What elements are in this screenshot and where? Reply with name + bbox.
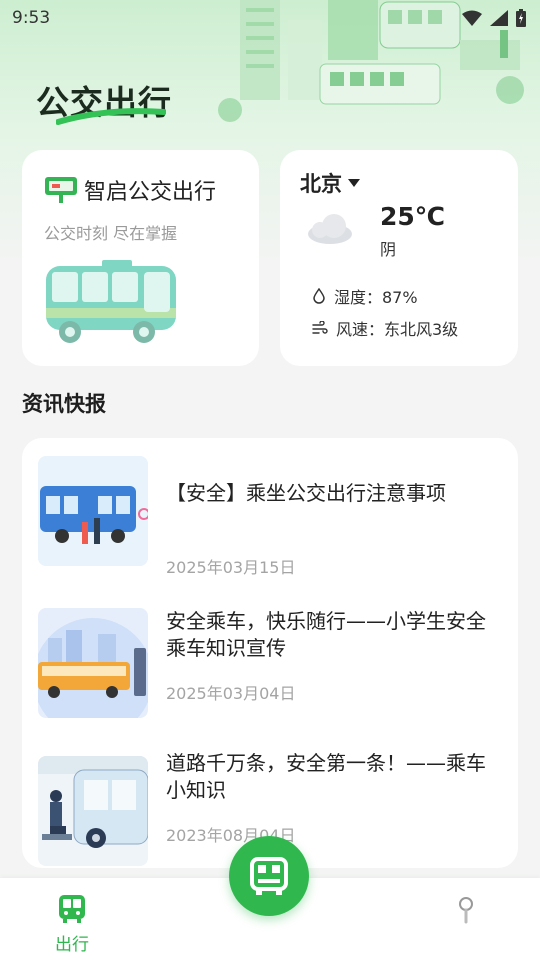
tab-go[interactable]: 出行: [50, 894, 94, 955]
bus-service-card[interactable]: 智启公交出行 公交时刻 尽在掌握: [22, 150, 259, 366]
weather-condition: 阴: [380, 240, 397, 259]
weather-card: 北京 25℃ 阴 湿度：87% 风速：东北风3级: [280, 150, 518, 366]
wifi-icon: [462, 10, 482, 26]
droplet-icon: [313, 288, 325, 304]
status-time: 9:53: [12, 8, 51, 28]
wind-row: 风速：东北风3级: [312, 316, 458, 340]
news-title: 道路千万条，安全第一条！——乘车小知识: [166, 751, 486, 802]
news-thumbnail: [38, 608, 148, 718]
humidity-text: 湿度：87%: [334, 288, 418, 307]
humidity-row: 湿度：87%: [312, 284, 418, 308]
wind-text: 风速：东北风3级: [336, 320, 459, 339]
wind-icon: [312, 321, 328, 334]
tab-go-label: 出行: [55, 935, 89, 955]
news-title: 【安全】乘坐公交出行注意事项: [166, 481, 446, 505]
bus-stop-sign-icon: [45, 177, 77, 203]
city-selector[interactable]: 北京: [300, 168, 360, 198]
temperature: 25℃: [380, 202, 446, 231]
news-item[interactable]: 安全乘车，快乐随行——小学生安全乘车知识宣传 2025年03月04日: [22, 598, 518, 738]
news-title: 安全乘车，快乐随行——小学生安全乘车知识宣传: [166, 609, 486, 660]
news-thumbnail: [38, 456, 148, 566]
battery-icon: [516, 9, 526, 27]
location-pin-icon: [459, 897, 473, 924]
news-item[interactable]: 【安全】乘坐公交出行注意事项 2025年03月15日: [22, 456, 518, 596]
title-underline-decoration: [56, 108, 166, 125]
tab-right[interactable]: [456, 896, 476, 928]
scan-qr-button[interactable]: [229, 836, 309, 916]
bus-card-subtitle: 公交时刻 尽在掌握: [44, 224, 178, 243]
cloud-icon: [308, 214, 352, 244]
news-date: 2025年03月04日: [166, 684, 296, 703]
news-section-title: 资讯快报: [22, 392, 106, 416]
status-bar: 9:53: [0, 0, 540, 36]
news-date: 2025年03月15日: [166, 558, 296, 577]
bus-card-title: 智启公交出行: [84, 180, 217, 205]
city-name: 北京: [300, 172, 342, 196]
bus-illustration: [46, 260, 176, 343]
signal-icon: [490, 10, 508, 26]
news-thumbnail: [38, 756, 148, 866]
bus-tab-icon: [59, 895, 85, 923]
bus-qr-icon: [250, 857, 288, 895]
news-list: 【安全】乘坐公交出行注意事项 2025年03月15日 安全乘车，快乐随行——小学…: [22, 438, 518, 868]
caret-down-icon: [348, 179, 360, 187]
